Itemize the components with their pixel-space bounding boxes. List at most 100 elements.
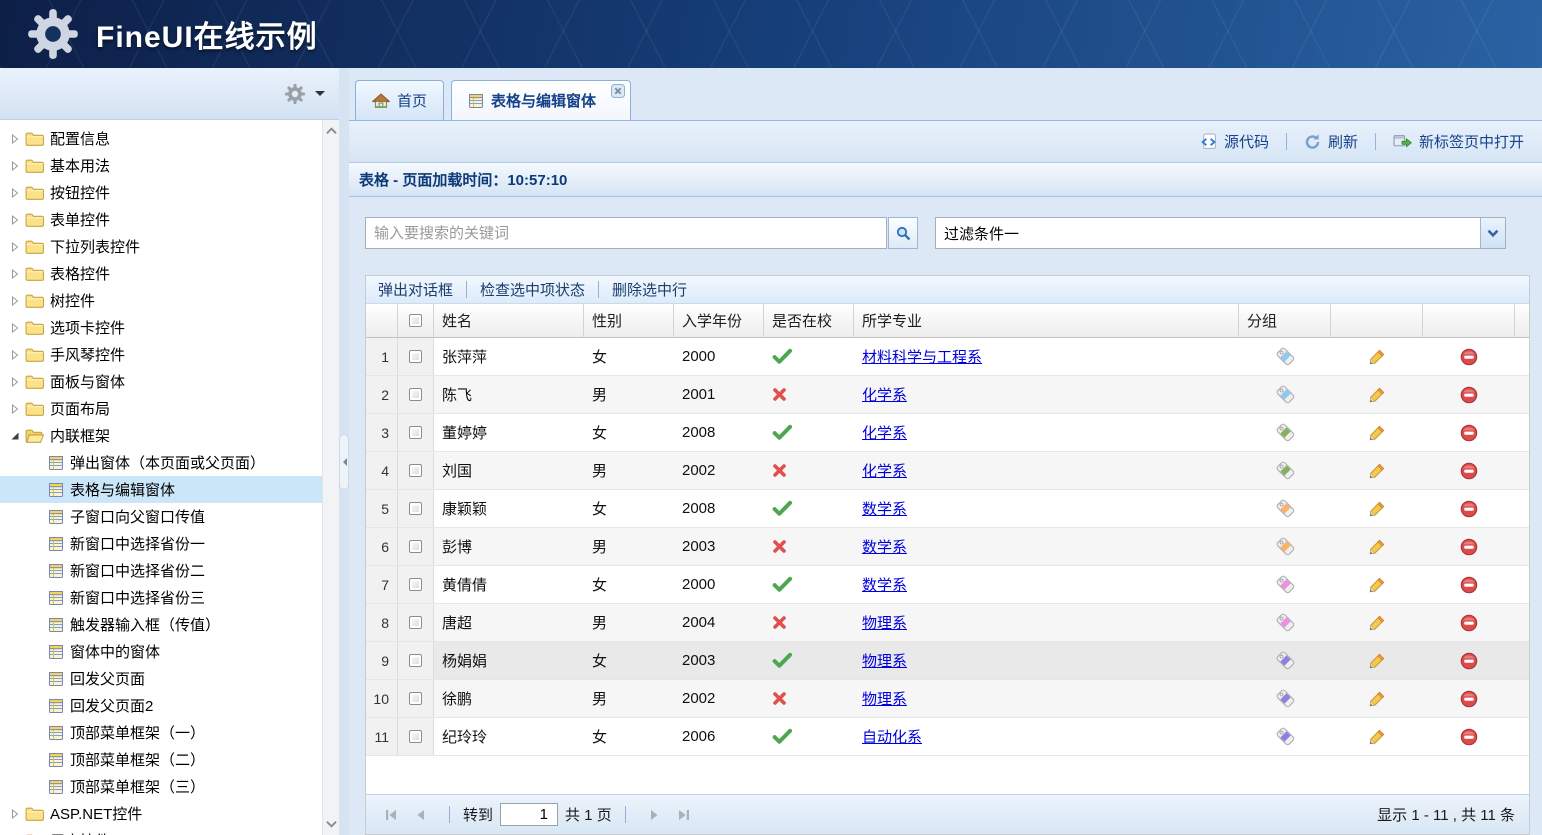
first-page-button[interactable] (379, 803, 403, 827)
expand-icon[interactable] (7, 377, 22, 387)
edit-button[interactable] (1368, 576, 1386, 594)
row-checkbox[interactable] (409, 578, 422, 591)
header-enrolled[interactable]: 是否在校 (764, 304, 854, 338)
delete-button[interactable] (1460, 348, 1478, 366)
delete-button[interactable] (1460, 576, 1478, 594)
page-number-input[interactable] (500, 803, 558, 826)
select-all-checkbox[interactable] (409, 314, 422, 327)
delete-button[interactable] (1460, 538, 1478, 556)
row-checkbox[interactable] (409, 616, 422, 629)
row-checkbox-cell[interactable] (398, 566, 434, 603)
header-major[interactable]: 所学专业 (854, 304, 1239, 338)
expand-icon[interactable] (7, 134, 22, 144)
tree-folder-item[interactable]: ASP.NET控件 (0, 800, 322, 827)
tab-table-edit-window[interactable]: 表格与编辑窗体 (451, 80, 631, 120)
row-checkbox[interactable] (409, 730, 422, 743)
tree-leaf-selected[interactable]: 表格与编辑窗体 (0, 476, 322, 503)
row-checkbox[interactable] (409, 388, 422, 401)
collapse-sidebar-handle[interactable] (339, 434, 349, 490)
major-link[interactable]: 物理系 (862, 612, 907, 633)
tree-leaf-item[interactable]: 新窗口中选择省份一 (0, 530, 322, 557)
collapse-icon[interactable] (7, 431, 22, 441)
delete-button[interactable] (1460, 614, 1478, 632)
delete-button[interactable] (1460, 462, 1478, 480)
tab-home[interactable]: 首页 (355, 80, 444, 120)
delete-button[interactable] (1460, 690, 1478, 708)
chevron-down-icon[interactable] (315, 91, 325, 101)
tree-folder-item[interactable]: 内联框架 (0, 422, 322, 449)
row-checkbox-cell[interactable] (398, 452, 434, 489)
row-checkbox-cell[interactable] (398, 642, 434, 679)
delete-button[interactable] (1460, 500, 1478, 518)
row-checkbox-cell[interactable] (398, 718, 434, 755)
open-dialog-button[interactable]: 弹出对话框 (378, 279, 453, 300)
tree-leaf-item[interactable]: 新窗口中选择省份三 (0, 584, 322, 611)
expand-icon[interactable] (7, 809, 22, 819)
last-page-button[interactable] (672, 803, 696, 827)
edit-button[interactable] (1368, 424, 1386, 442)
edit-button[interactable] (1368, 728, 1386, 746)
tree-leaf-item[interactable]: 新窗口中选择省份二 (0, 557, 322, 584)
expand-icon[interactable] (7, 404, 22, 414)
row-checkbox-cell[interactable] (398, 414, 434, 451)
settings-gear-button[interactable] (284, 83, 306, 105)
row-checkbox[interactable] (409, 502, 422, 515)
row-checkbox-cell[interactable] (398, 376, 434, 413)
tree-leaf-item[interactable]: 回发父页面2 (0, 692, 322, 719)
delete-button[interactable] (1460, 652, 1478, 670)
tree-leaf-item[interactable]: 子窗口向父窗口传值 (0, 503, 322, 530)
row-checkbox[interactable] (409, 654, 422, 667)
expand-icon[interactable] (7, 161, 22, 171)
tree-folder-item[interactable]: 面板与窗体 (0, 368, 322, 395)
header-year[interactable]: 入学年份 (674, 304, 764, 338)
row-checkbox-cell[interactable] (398, 680, 434, 717)
tree-folder-item[interactable]: 基本用法 (0, 152, 322, 179)
edit-button[interactable] (1368, 386, 1386, 404)
tree-leaf-item[interactable]: 回发父页面 (0, 665, 322, 692)
tree-folder-item[interactable]: 表单控件 (0, 206, 322, 233)
tree-folder-item[interactable]: 下拉列表控件 (0, 233, 322, 260)
row-checkbox-cell[interactable] (398, 604, 434, 641)
major-link[interactable]: 物理系 (862, 688, 907, 709)
tree-leaf-item[interactable]: 触发器输入框（传值） (0, 611, 322, 638)
edit-button[interactable] (1368, 690, 1386, 708)
header-name[interactable]: 姓名 (434, 304, 584, 338)
row-checkbox-cell[interactable] (398, 528, 434, 565)
major-link[interactable]: 自动化系 (862, 726, 922, 747)
tree-folder-item[interactable]: 按钮控件 (0, 179, 322, 206)
tree-folder-item[interactable]: 表格控件 (0, 260, 322, 287)
major-link[interactable]: 化学系 (862, 460, 907, 481)
major-link[interactable]: 数学系 (862, 498, 907, 519)
splitter[interactable] (339, 68, 349, 835)
prev-page-button[interactable] (409, 803, 433, 827)
delete-selected-button[interactable]: 删除选中行 (612, 279, 687, 300)
next-page-button[interactable] (642, 803, 666, 827)
major-link[interactable]: 化学系 (862, 422, 907, 443)
major-link[interactable]: 材料科学与工程系 (862, 346, 982, 367)
tree-leaf-item[interactable]: 顶部菜单框架（三） (0, 773, 322, 800)
row-checkbox[interactable] (409, 692, 422, 705)
chevron-down-icon[interactable] (1480, 218, 1505, 248)
scroll-down-button[interactable] (323, 815, 339, 833)
edit-button[interactable] (1368, 614, 1386, 632)
header-select-all[interactable] (398, 304, 434, 338)
row-checkbox[interactable] (409, 426, 422, 439)
delete-button[interactable] (1460, 424, 1478, 442)
search-input[interactable] (365, 217, 887, 249)
expand-icon[interactable] (7, 323, 22, 333)
tree-leaf-item[interactable]: 顶部菜单框架（一） (0, 719, 322, 746)
expand-icon[interactable] (7, 215, 22, 225)
major-link[interactable]: 物理系 (862, 650, 907, 671)
expand-icon[interactable] (7, 242, 22, 252)
edit-button[interactable] (1368, 538, 1386, 556)
sidebar-scrollbar[interactable] (322, 120, 339, 835)
edit-button[interactable] (1368, 652, 1386, 670)
major-link[interactable]: 数学系 (862, 574, 907, 595)
close-tab-icon[interactable] (611, 84, 625, 98)
tree-folder-item[interactable]: 配置信息 (0, 125, 322, 152)
source-code-button[interactable]: 源代码 (1196, 131, 1273, 152)
tree-leaf-item[interactable]: 弹出窗体（本页面或父页面） (0, 449, 322, 476)
expand-icon[interactable] (7, 269, 22, 279)
tree-folder-item[interactable]: 选项卡控件 (0, 314, 322, 341)
major-link[interactable]: 数学系 (862, 536, 907, 557)
